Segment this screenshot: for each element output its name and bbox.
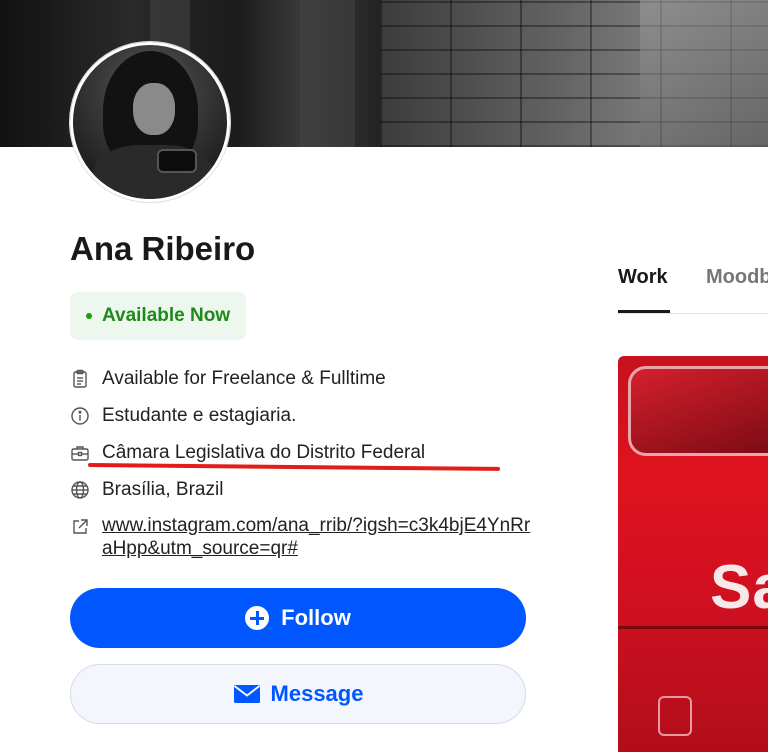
info-item-availability: Available for Freelance & Fulltime [70,366,540,403]
envelope-icon [233,685,260,703]
tab-moodboards[interactable]: Moodboards [706,266,768,289]
profile-tabs: Work Moodboards [618,262,768,314]
plus-circle-icon [245,606,270,630]
briefcase-icon [70,443,90,463]
follow-label: Follow [281,605,351,630]
status-dot-icon [86,313,92,319]
thumb-window [628,366,768,456]
info-icon [70,406,90,426]
avatar[interactable] [70,42,230,202]
thumb-text: Sa [710,553,768,622]
info-item-label: Câmara Legislativa do Distrito Federal [102,442,426,463]
availability-label: Available Now [102,305,231,326]
message-button[interactable]: Message [70,664,526,724]
tab-work[interactable]: Work [618,266,670,313]
profile-name: Ana Ribeiro [70,230,256,267]
project-thumbnail[interactable]: Sa [618,356,768,752]
info-item-label: Estudante e estagiaria. [102,405,297,426]
thumb-stripe [618,626,768,629]
info-item-label: Brasília, Brazil [102,479,224,500]
thumb-handle [658,696,692,736]
info-item-label: Available for Freelance & Fulltime [102,368,386,389]
clipboard-icon [70,369,90,389]
external-link-icon [70,517,90,537]
globe-icon [70,480,90,500]
cover-panel [300,0,355,147]
info-item-company: Câmara Legislativa do Distrito Federal [70,440,540,477]
website-link[interactable]: www.instagram.com/ana_rrib/?igsh=c3k4bjE… [102,514,532,560]
info-item-bio: Estudante e estagiaria. [70,403,540,440]
follow-button[interactable]: Follow [70,588,526,648]
info-item-website: www.instagram.com/ana_rrib/?igsh=c3k4bjE… [70,514,540,560]
availability-badge: Available Now [70,292,247,340]
message-label: Message [270,681,364,706]
avatar-face [133,83,175,135]
cover-light [640,0,768,147]
avatar-camera [157,149,197,173]
info-item-location: Brasília, Brazil [70,477,540,514]
